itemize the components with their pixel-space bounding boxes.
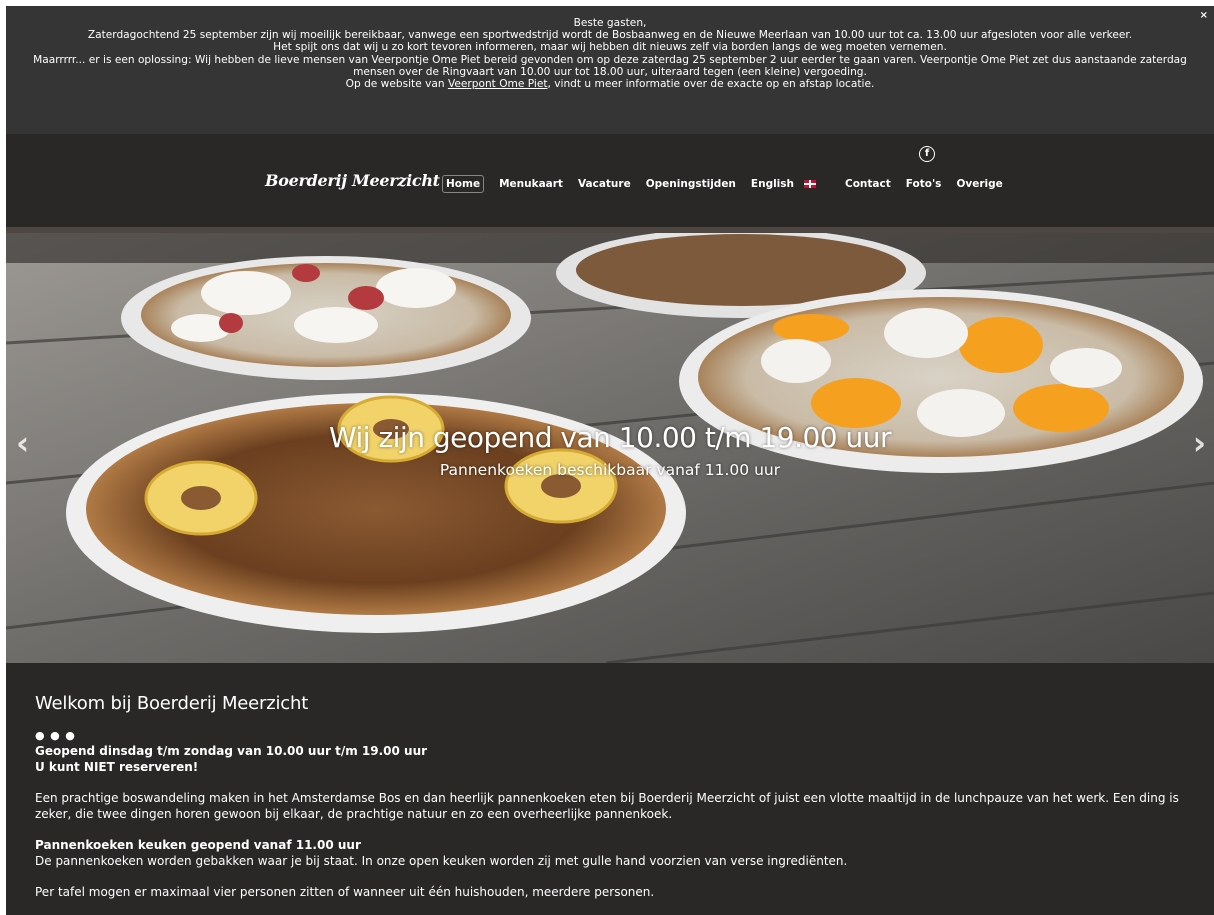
site-header: Boerderij Meerzicht f Home Menukaart Vac… [6,134,1214,227]
hero-subtitle: Pannenkoeken beschikbaar vanaf 11.00 uur [439,461,781,479]
nav-item-openingstijden[interactable]: Openingstijden [646,178,736,190]
table-paragraph: Per tafel mogen er maximaal vier persone… [35,885,655,899]
uk-flag-icon[interactable] [804,180,817,188]
page: × Beste gasten, Zaterdagochtend 25 septe… [6,6,1214,915]
nav-item-home[interactable]: Home [442,175,485,193]
dots-divider: ● ● ● [35,729,76,742]
page-title: Welkom bij Boerderij Meerzicht [35,693,309,714]
opening-hours: Geopend dinsdag t/m zondag van 10.00 uur… [35,744,428,758]
nav-item-english[interactable]: English [751,178,794,190]
main-content: Welkom bij Boerderij Meerzicht ● ● ● Geo… [6,663,1214,915]
site-logo[interactable]: Boerderij Meerzicht [265,171,440,190]
nav-item-contact[interactable]: Contact [845,178,891,190]
veerpont-link[interactable]: Veerpont Ome Piet [448,78,548,90]
hero-title: Wij zijn geopend van 10.00 t/m 19.00 uur [328,421,892,454]
chevron-right-icon[interactable]: › [1193,427,1206,459]
kitchen-paragraph: De pannenkoeken worden gebakken waar je … [35,854,848,868]
nav-item-fotos[interactable]: Foto's [906,178,942,190]
nav-item-vacature[interactable]: Vacature [578,178,631,190]
announcement-banner: × Beste gasten, Zaterdagochtend 25 septe… [6,6,1214,134]
main-nav: Home Menukaart Vacature Openingstijden E… [442,175,1018,193]
reservation-notice: U kunt NIET reserveren! [35,760,199,774]
banner-greeting: Beste gasten, [573,17,647,29]
banner-line-3: Maarrrrr... er is een oplossing: Wij heb… [33,53,1187,78]
nav-item-menukaart[interactable]: Menukaart [499,178,563,190]
close-icon[interactable]: × [1200,10,1208,22]
banner-line-1: Zaterdagochtend 25 september zijn wij mo… [87,29,1133,42]
kitchen-heading: Pannenkoeken keuken geopend vanaf 11.00 … [35,838,361,852]
facebook-icon[interactable]: f [919,146,935,162]
banner-line-4: Op de website van Veerpont Ome Piet, vin… [345,78,875,91]
nav-item-overige[interactable]: Overige [956,178,1002,190]
banner-line-2: Het spijt ons dat wij u zo kort tevoren … [273,41,947,54]
hero-carousel: Wij zijn geopend van 10.00 t/m 19.00 uur… [6,233,1214,663]
intro-paragraph: Een prachtige boswandeling maken in het … [35,791,1179,821]
chevron-left-icon[interactable]: ‹ [16,427,29,459]
